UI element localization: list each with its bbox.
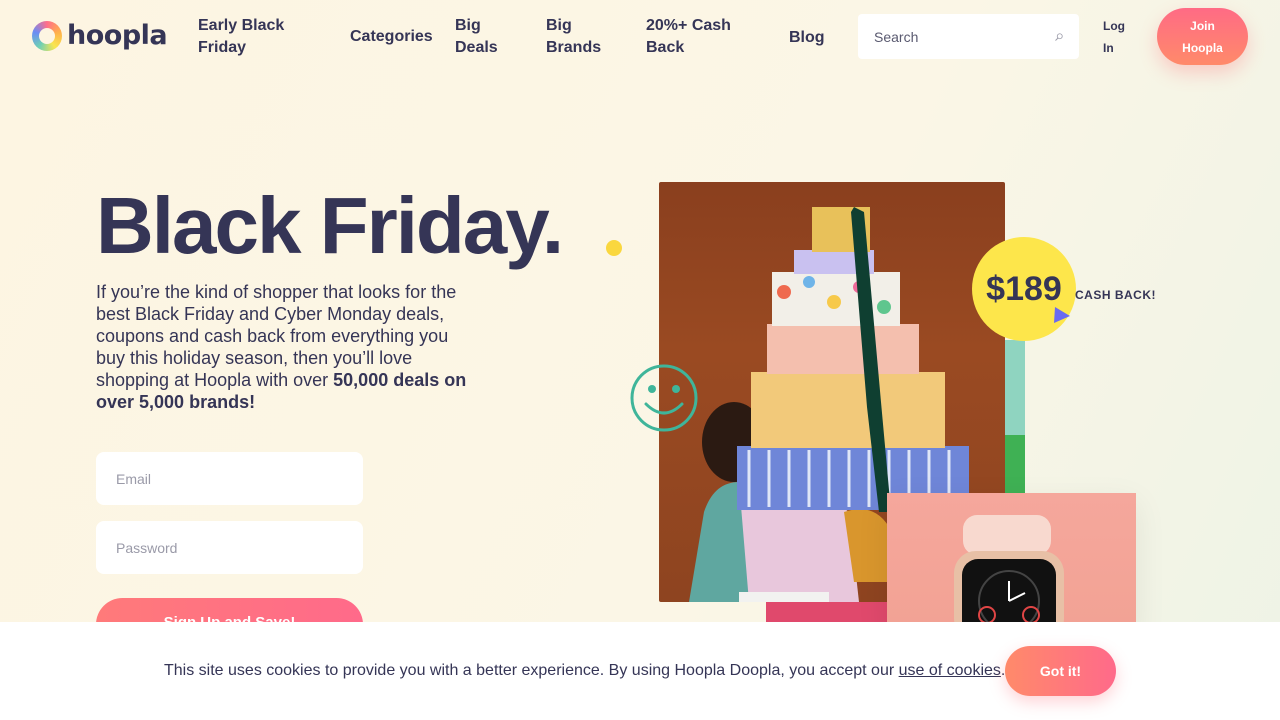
search-icon[interactable]: [1055, 29, 1063, 45]
cash-back-price: $189: [986, 269, 1062, 308]
cookie-policy-link[interactable]: use of cookies: [899, 662, 1001, 679]
join-hoopla-button[interactable]: Join Hoopla: [1157, 8, 1248, 65]
decorative-dot: [606, 240, 622, 256]
brand-name: hoopla: [67, 20, 168, 51]
nav-big-deals[interactable]: Big Deals: [455, 15, 498, 59]
nav-categories[interactable]: Categories: [350, 26, 433, 48]
nav-blog[interactable]: Blog: [789, 27, 825, 49]
cookie-banner: This site uses cookies to provide you wi…: [0, 622, 1280, 720]
search-input[interactable]: [874, 28, 1055, 45]
cookie-accept-button[interactable]: Got it!: [1005, 646, 1116, 696]
email-field-wrapper: [96, 452, 363, 505]
hoopla-logo-icon: [32, 20, 62, 51]
nav-big-brands[interactable]: Big Brands: [546, 15, 601, 59]
decorative-strip: [766, 602, 887, 624]
search-box: [858, 14, 1079, 59]
smartwatch-photo: [887, 493, 1136, 633]
password-field-wrapper: [96, 521, 363, 574]
nav-cash-back[interactable]: 20%+ Cash Back: [646, 15, 731, 59]
smiley-face-icon: [630, 364, 698, 432]
email-field[interactable]: [116, 470, 343, 487]
login-link[interactable]: Log In: [1103, 15, 1125, 59]
cash-back-label: CASH BACK!: [1075, 288, 1156, 302]
password-field[interactable]: [116, 539, 343, 556]
hoopla-logo[interactable]: hoopla: [32, 20, 168, 51]
page-title: Black Friday.: [96, 181, 564, 270]
smartwatch-illustration: [954, 515, 1064, 633]
cash-back-price-badge: $189: [972, 237, 1076, 341]
play-triangle-icon: [1054, 307, 1070, 323]
hero-description: If you’re the kind of shopper that looks…: [96, 282, 467, 412]
nav-early-black-friday[interactable]: Early Black Friday: [198, 15, 284, 59]
cookie-message: This site uses cookies to provide you wi…: [164, 662, 1006, 679]
